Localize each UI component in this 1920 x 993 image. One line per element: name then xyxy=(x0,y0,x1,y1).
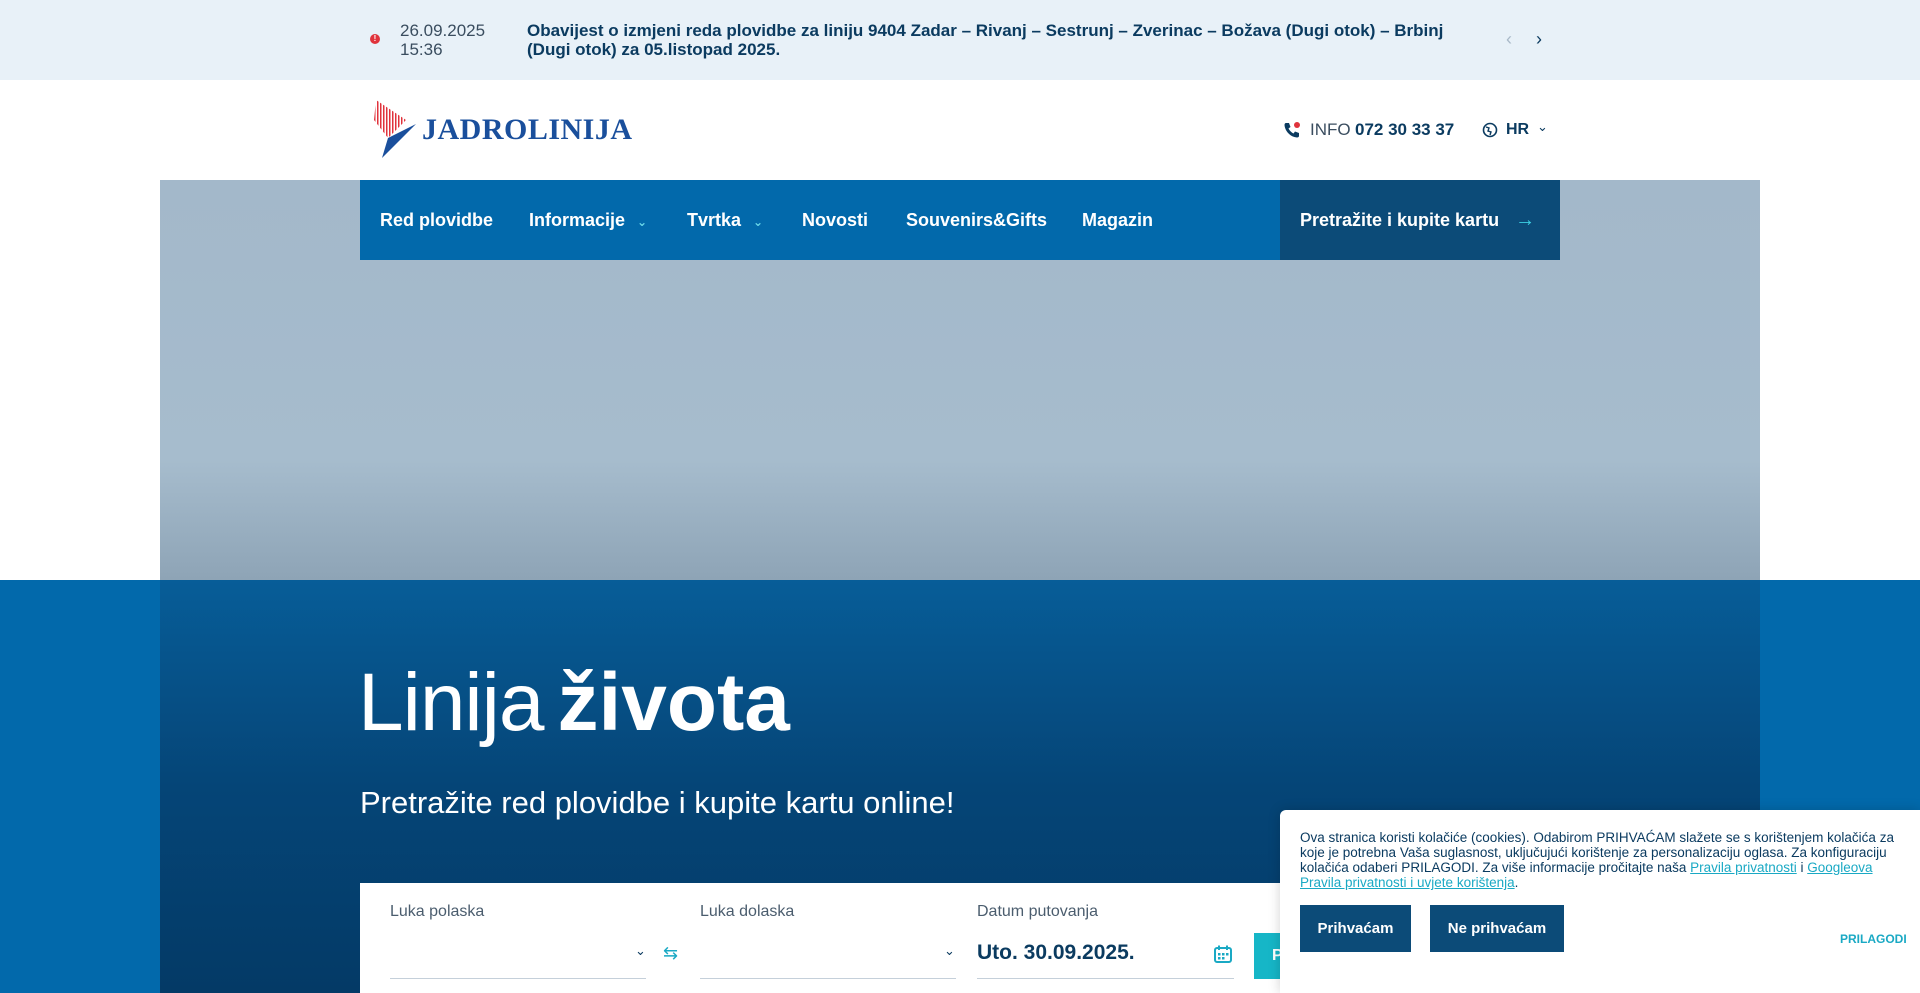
alert-icon: ! xyxy=(370,34,380,44)
nav-item-novosti[interactable]: Novosti xyxy=(802,180,868,260)
chevron-right-icon[interactable]: › xyxy=(1529,28,1549,52)
logo-mark-icon xyxy=(374,100,416,158)
nav-item-label: Souvenirs&Gifts xyxy=(906,210,1048,230)
notice-datetime: 26.09.2025 15:36 xyxy=(400,21,485,59)
notice-date: 26.09.2025 xyxy=(400,21,486,40)
departure-underline xyxy=(390,978,646,979)
arrival-label: Luka dolaska xyxy=(700,903,795,920)
cta-label: Pretražite i kupite kartu xyxy=(1300,210,1500,230)
cookie-text-part: i xyxy=(1796,860,1808,875)
arrival-select[interactable] xyxy=(700,928,956,978)
customize-cookies-button[interactable]: PRILAGODI xyxy=(1840,932,1907,946)
nav-item-label: Red plovidbe xyxy=(380,210,494,230)
departure-select[interactable] xyxy=(390,928,646,978)
nav-item-label: Magazin xyxy=(1082,210,1154,230)
nav-item-label: Tvrtka xyxy=(687,210,742,230)
chevron-left-icon[interactable]: ‹ xyxy=(1499,28,1519,52)
arrow-right-icon: → xyxy=(1515,209,1536,231)
nav-item-souvenirs[interactable]: Souvenirs&Gifts xyxy=(906,180,1047,260)
notice-time: 15:36 xyxy=(400,40,443,59)
accept-cookies-button[interactable]: Prihvaćam xyxy=(1300,905,1411,952)
notice-link[interactable]: Obavijest o izmjeni reda plovidbe za lin… xyxy=(527,21,1477,59)
chevron-down-icon[interactable]: ⌄ xyxy=(1537,119,1548,135)
hero-subtitle: Pretražite red plovidbe i kupite kartu o… xyxy=(360,785,955,820)
date-input[interactable]: Uto. 30.09.2025. xyxy=(977,941,1135,965)
calendar-icon[interactable] xyxy=(1213,944,1233,964)
phone-label: INFO xyxy=(1310,120,1351,139)
nav-item-magazin[interactable]: Magazin xyxy=(1082,180,1153,260)
nav-item-label: Novosti xyxy=(802,210,869,230)
logo[interactable]: JADROLINIJA xyxy=(368,98,633,160)
departure-label: Luka polaska xyxy=(390,903,485,920)
chevron-down-icon[interactable]: ⌄ xyxy=(944,943,955,959)
cookie-text-part: . xyxy=(1514,875,1519,890)
nav-item-label: Informacije xyxy=(529,210,626,230)
nav-item-red-plovidbe[interactable]: Red plovidbe xyxy=(380,180,493,260)
date-underline xyxy=(977,978,1234,979)
notice-bar: ! 26.09.2025 15:36 Obavijest o izmjeni r… xyxy=(0,0,1920,80)
main-nav: Red plovidbe Informacije ⌄ Tvrtka ⌄ Novost… xyxy=(360,180,1280,260)
date-label: Datum putovanja xyxy=(977,903,1098,920)
phone-number[interactable]: 072 30 33 37 xyxy=(1355,120,1454,140)
search-form: Luka polaska ⌄ ⇆ Luka dolaska ⌄ Datum pu… xyxy=(360,883,1294,993)
phone-icon xyxy=(1284,122,1300,138)
cookie-text: Ova stranica koristi kolačiće (cookies).… xyxy=(1300,830,1900,890)
nav-item-informacije[interactable]: Informacije ⌄ xyxy=(529,180,647,260)
reject-cookies-button[interactable]: Ne prihvaćam xyxy=(1430,905,1564,952)
privacy-policy-link[interactable]: Pravila privatnosti xyxy=(1690,860,1797,875)
chevron-down-icon: ⌄ xyxy=(637,215,648,229)
chevron-down-icon: ⌄ xyxy=(753,215,764,229)
cookie-banner: Ova stranica koristi kolačiće (cookies).… xyxy=(1280,810,1920,993)
logo-text: JADROLINIJA xyxy=(422,113,633,146)
hero-title-bold: života xyxy=(557,657,790,748)
globe-icon[interactable] xyxy=(1482,122,1498,138)
arrival-underline xyxy=(700,978,956,979)
hero-title-light: Linija xyxy=(358,657,544,748)
search-tickets-button[interactable]: Pretražite i kupite kartu → xyxy=(1280,180,1560,260)
nav-item-tvrtka[interactable]: Tvrtka ⌄ xyxy=(687,180,763,260)
swap-icon[interactable]: ⇆ xyxy=(663,943,678,964)
hero-title: Linija života xyxy=(358,655,790,751)
language-selector[interactable]: HR xyxy=(1506,121,1529,139)
chevron-down-icon[interactable]: ⌄ xyxy=(635,943,646,959)
